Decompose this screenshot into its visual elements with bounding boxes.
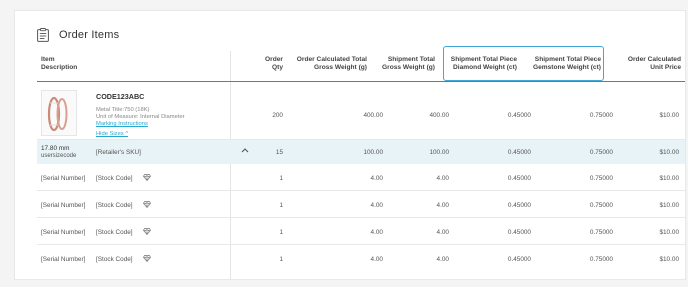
product-calc-gross: 400.00	[363, 112, 383, 119]
col-header-gemstone-line2: Gemstone Weight (ct)	[532, 64, 601, 71]
size-diamond-weight: 0.45000	[507, 149, 531, 156]
serial-gemstone-weight: 0.75000	[589, 175, 613, 182]
col-header-item-line2: Description	[41, 64, 78, 71]
section-header: Order Items	[37, 25, 119, 45]
serial-number: [Serial Number]	[41, 175, 86, 182]
serial-diamond-weight: 0.45000	[507, 202, 531, 209]
size-code: usersizecode	[41, 153, 77, 159]
serial-calc-gross: 4.00	[370, 256, 383, 263]
serial-unit-price: $10.00	[659, 256, 679, 263]
table-row[interactable]: [Serial Number] [Stock Code] 1 4.00 4.00…	[37, 164, 685, 191]
diamond-icon[interactable]	[143, 201, 151, 208]
product-thumbnail[interactable]	[41, 90, 77, 136]
product-code: CODE123ABC	[96, 92, 145, 101]
clipboard-list-icon	[37, 28, 49, 42]
col-header-order-qty-line2: Qty	[272, 64, 283, 71]
serial-number: [Serial Number]	[41, 202, 86, 209]
col-header-order-qty: Order Qty	[255, 56, 283, 72]
col-header-calc-gross-line1: Order Calculated Total	[296, 56, 367, 63]
serial-calc-gross: 4.00	[370, 229, 383, 236]
serial-unit-price: $10.00	[659, 202, 679, 209]
retailer-sku: [Retailer's SKU]	[96, 149, 141, 156]
diamond-icon[interactable]	[143, 174, 151, 181]
serial-ship-gross: 4.00	[436, 202, 449, 209]
table-row[interactable]: [Serial Number] [Stock Code] 1 4.00 4.00…	[37, 191, 685, 218]
size-value: 17.80 mm	[41, 145, 70, 152]
marking-instructions-link[interactable]: Marking Instructions	[96, 121, 148, 127]
col-header-unit-price-line2: Unit Price	[650, 64, 681, 71]
size-qty: 15	[275, 149, 283, 156]
product-unit: Unit of Measure: Internal Diameter	[96, 114, 185, 120]
serial-unit-price: $10.00	[659, 175, 679, 182]
serial-number: [Serial Number]	[41, 256, 86, 263]
stock-code: [Stock Code]	[96, 175, 133, 182]
serial-qty: 1	[279, 202, 283, 209]
serial-diamond-weight: 0.45000	[507, 175, 531, 182]
col-header-ship-gross: Shipment Total Gross Weight (g)	[365, 56, 435, 72]
serial-diamond-weight: 0.45000	[507, 229, 531, 236]
product-qty: 200	[272, 112, 283, 119]
col-header-calc-gross: Order Calculated Total Gross Weight (g)	[285, 56, 367, 72]
col-header-unit-price-line1: Order Calculated	[627, 56, 681, 63]
product-unit-price: $10.00	[659, 112, 679, 119]
serial-calc-gross: 4.00	[370, 175, 383, 182]
serial-ship-gross: 4.00	[436, 229, 449, 236]
serial-ship-gross: 4.00	[436, 256, 449, 263]
col-header-order-qty-line1: Order	[265, 56, 283, 63]
serial-ship-gross: 4.00	[436, 175, 449, 182]
col-header-item-line1: Item	[41, 56, 55, 63]
table-row[interactable]: [Serial Number] [Stock Code] 1 4.00 4.00…	[37, 245, 685, 272]
product-metal: Metal Title:750 (18K)	[96, 107, 150, 113]
col-header-ship-gross-line1: Shipment Total	[387, 56, 435, 63]
section-title: Order Items	[59, 29, 120, 41]
serial-number: [Serial Number]	[41, 229, 86, 236]
diamond-icon[interactable]	[143, 255, 151, 262]
col-header-gemstone-weight: Shipment Total Piece Gemstone Weight (ct…	[521, 56, 601, 72]
chevron-up-icon[interactable]	[241, 147, 249, 153]
hide-sizes-link[interactable]: Hide Sizes ^	[96, 131, 128, 137]
serial-gemstone-weight: 0.75000	[589, 229, 613, 236]
product-gemstone-weight: 0.75000	[589, 112, 613, 119]
serial-qty: 1	[279, 229, 283, 236]
order-items-card: Order Items Item Description Order Qty O…	[14, 10, 686, 280]
diamond-icon[interactable]	[143, 228, 151, 235]
stock-code: [Stock Code]	[96, 256, 133, 263]
serial-calc-gross: 4.00	[370, 202, 383, 209]
serial-gemstone-weight: 0.75000	[589, 202, 613, 209]
product-diamond-weight: 0.45000	[507, 112, 531, 119]
col-header-diamond-weight: Shipment Total Piece Diamond Weight (ct)	[441, 56, 517, 72]
ring-image-icon	[47, 96, 68, 132]
col-header-diamond-line2: Diamond Weight (ct)	[453, 64, 517, 71]
size-calc-gross: 100.00	[363, 149, 383, 156]
col-header-unit-price: Order Calculated Unit Price	[605, 56, 681, 72]
col-header-item: Item Description	[41, 56, 77, 72]
serial-diamond-weight: 0.45000	[507, 256, 531, 263]
serial-unit-price: $10.00	[659, 229, 679, 236]
size-ship-gross: 100.00	[429, 149, 449, 156]
col-header-calc-gross-line2: Gross Weight (g)	[314, 64, 367, 71]
size-row[interactable]: 17.80 mm usersizecode [Retailer's SKU] 1…	[37, 140, 685, 164]
product-ship-gross: 400.00	[429, 112, 449, 119]
stock-code: [Stock Code]	[96, 229, 133, 236]
col-header-ship-gross-line2: Gross Weight (g)	[382, 64, 435, 71]
serial-qty: 1	[279, 175, 283, 182]
serial-qty: 1	[279, 256, 283, 263]
col-header-gemstone-line1: Shipment Total Piece	[534, 56, 601, 63]
stock-code: [Stock Code]	[96, 202, 133, 209]
serial-gemstone-weight: 0.75000	[589, 256, 613, 263]
product-row[interactable]: CODE123ABC Metal Title:750 (18K) Unit of…	[37, 82, 685, 140]
size-unit-price: $10.00	[659, 149, 679, 156]
col-header-diamond-line1: Shipment Total Piece	[450, 56, 517, 63]
table-row[interactable]: [Serial Number] [Stock Code] 1 4.00 4.00…	[37, 218, 685, 245]
size-gemstone-weight: 0.75000	[589, 149, 613, 156]
